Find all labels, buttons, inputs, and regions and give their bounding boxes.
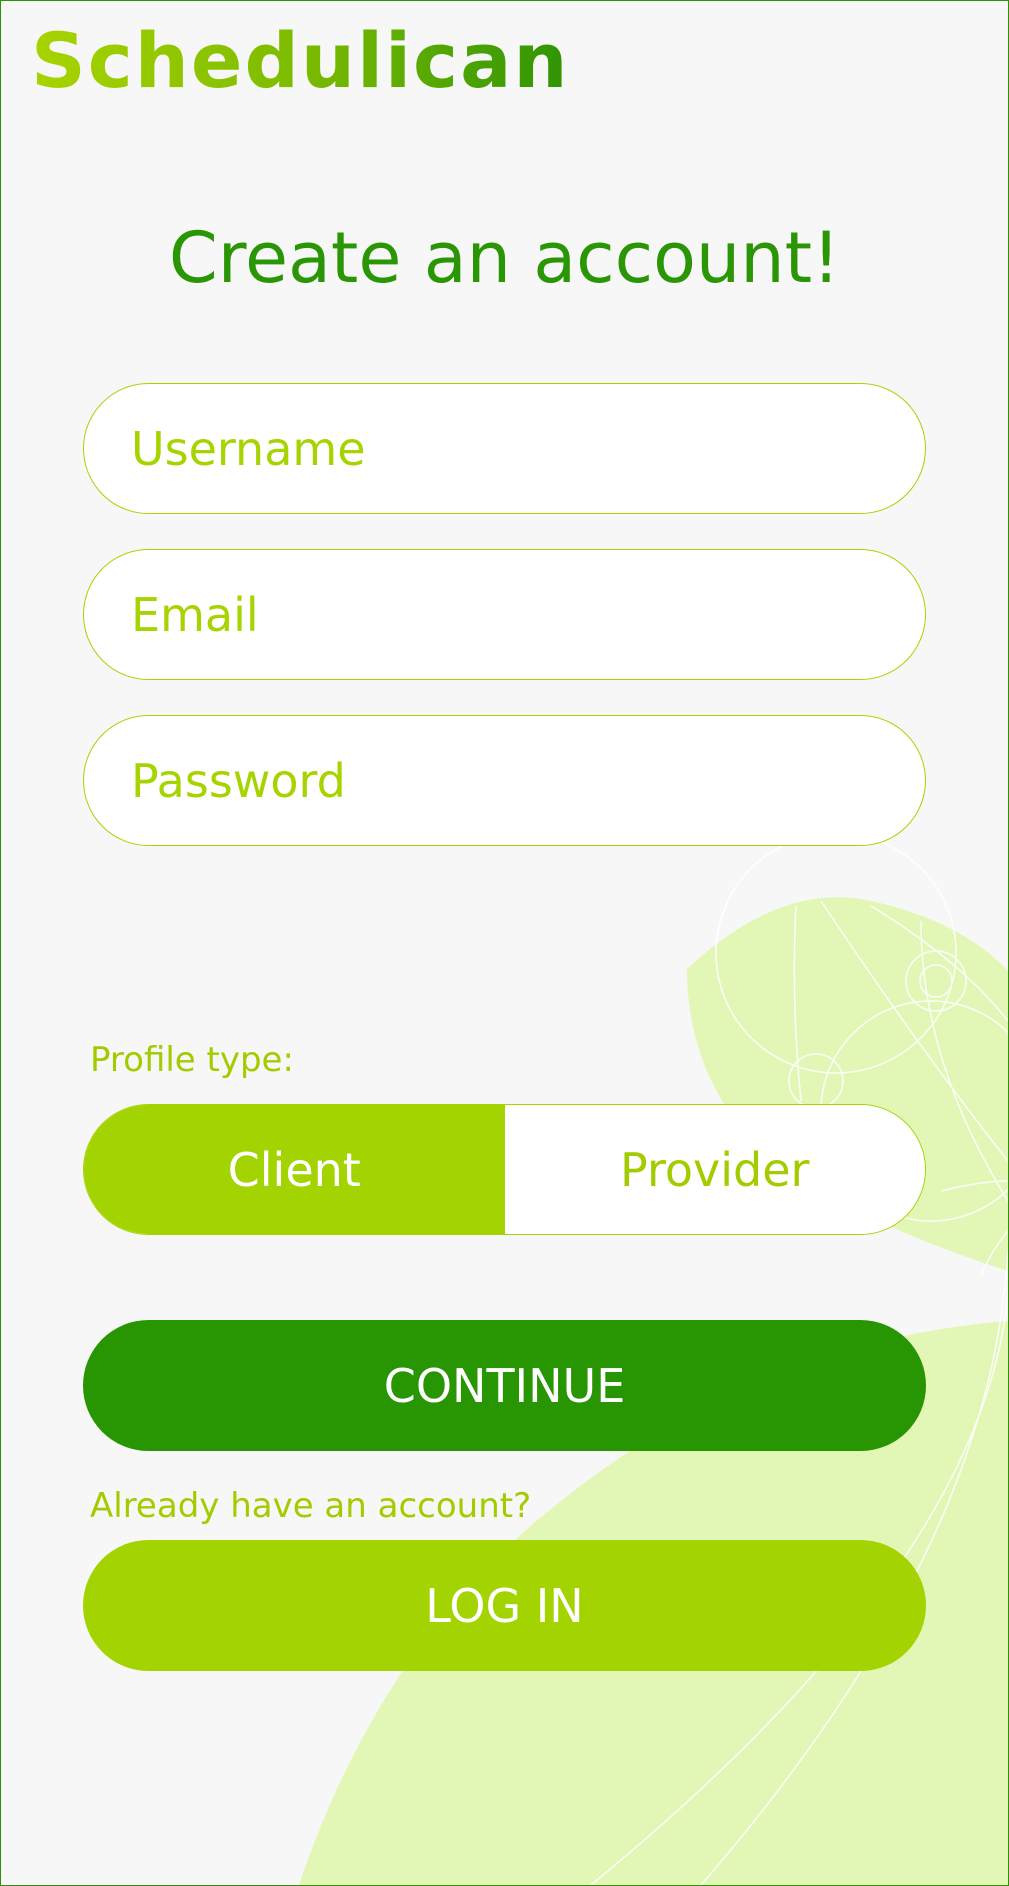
continue-button[interactable]: CONTINUE [83,1320,926,1451]
profile-option-provider[interactable]: Provider [504,1105,925,1234]
profile-type-label: Profile type: [90,1040,294,1080]
profile-option-client[interactable]: Client [84,1105,505,1234]
signup-screen: Schedulican Create an account! Profile t… [0,0,1009,1886]
page-title: Create an account! [168,217,841,299]
login-prompt: Already have an account? [90,1486,532,1526]
email-input[interactable] [83,549,926,680]
profile-type-toggle: Client Provider [83,1104,926,1235]
username-input[interactable] [83,383,926,514]
password-input[interactable] [83,715,926,846]
app-logo: Schedulican [31,16,570,105]
login-button[interactable]: LOG IN [83,1540,926,1671]
